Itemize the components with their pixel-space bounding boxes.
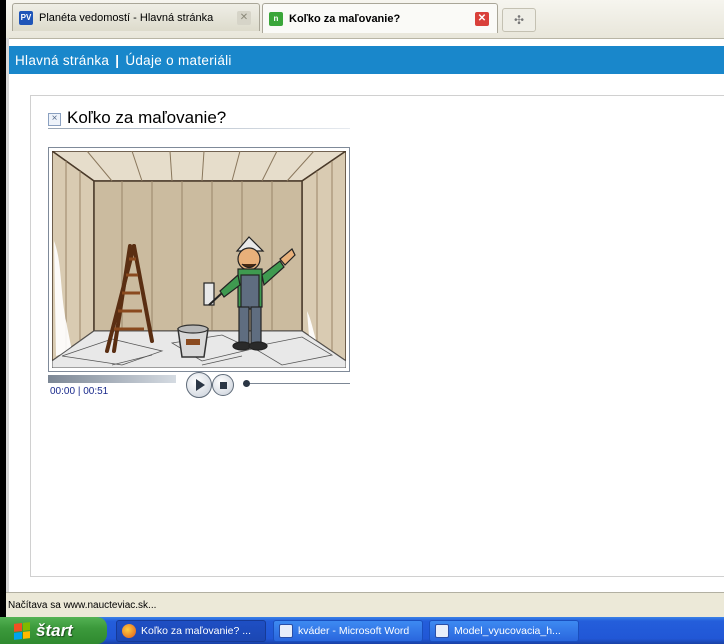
buffer-progress-bar[interactable] — [48, 375, 176, 383]
play-icon — [196, 379, 205, 391]
status-bar: Načítava sa www.naucteviac.sk... — [6, 592, 724, 617]
taskbar-item-firefox[interactable]: Koľko za maľovanie? ... — [116, 620, 266, 642]
taskbar-item-label: Model_vyucovacia_h... — [454, 625, 561, 637]
taskbar-item-word-kvader[interactable]: kváder - Microsoft Word — [273, 620, 423, 642]
time-display: 00:00 | 00:51 — [50, 386, 108, 397]
firefox-icon — [122, 624, 136, 638]
duration: 00:51 — [83, 386, 109, 397]
start-label: štart — [36, 620, 73, 640]
current-time: 00:00 — [50, 386, 76, 397]
windows-logo-icon — [14, 621, 30, 640]
word-icon — [435, 624, 449, 638]
nav-link-home[interactable]: Hlavná stránka — [15, 53, 109, 68]
status-text: Načítava sa www.naucteviac.sk... — [8, 599, 157, 611]
close-x-icon[interactable]: × — [48, 113, 61, 126]
taskbar: štart Koľko za maľovanie? ... kváder - M… — [0, 617, 724, 644]
start-button[interactable]: štart — [0, 617, 107, 644]
material-header: × Koľko za maľovanie? — [48, 104, 226, 128]
painter-illustration — [52, 151, 346, 368]
tab-label: Koľko za maľovanie? — [289, 12, 401, 25]
page-border — [6, 38, 9, 592]
tab-close-icon[interactable]: ✕ — [237, 10, 251, 25]
plus-icon: ✣ — [513, 13, 525, 27]
word-icon — [279, 624, 293, 638]
seek-slider-track[interactable] — [243, 383, 350, 384]
site-nav-bar: Hlavná stránka | Údaje o materiáli — [9, 46, 724, 74]
stop-icon — [219, 381, 227, 389]
taskbar-item-label: Koľko za maľovanie? ... — [141, 625, 252, 637]
stop-button[interactable] — [212, 374, 234, 396]
video-player-screen[interactable] — [48, 147, 350, 372]
time-separator: | — [77, 386, 81, 397]
taskbar-item-word-model[interactable]: Model_vyucovacia_h... — [429, 620, 579, 642]
n-favicon-icon: n — [269, 11, 283, 26]
material-title: Koľko za maľovanie? — [67, 108, 227, 127]
tab-label: Planéta vedomostí - Hlavná stránka — [39, 11, 214, 24]
pv-favicon-icon: PV — [19, 10, 33, 25]
seek-slider-handle[interactable] — [243, 380, 250, 387]
browser-tab-bar: PV Planéta vedomostí - Hlavná stránka ✕ … — [6, 0, 724, 39]
taskbar-item-label: kváder - Microsoft Word — [298, 625, 410, 637]
title-divider — [48, 128, 350, 129]
nav-link-material-info[interactable]: Údaje o materiáli — [125, 53, 231, 68]
nav-separator: | — [115, 52, 120, 68]
tab-planeta-vedomosti[interactable]: PV Planéta vedomostí - Hlavná stránka ✕ — [12, 3, 260, 31]
tab-kolko-za-malovanie[interactable]: n Koľko za maľovanie? ✕ — [262, 3, 498, 33]
tab-close-icon[interactable]: ✕ — [475, 11, 489, 26]
play-button[interactable] — [186, 372, 212, 398]
new-tab-button[interactable]: ✣ — [502, 8, 536, 32]
